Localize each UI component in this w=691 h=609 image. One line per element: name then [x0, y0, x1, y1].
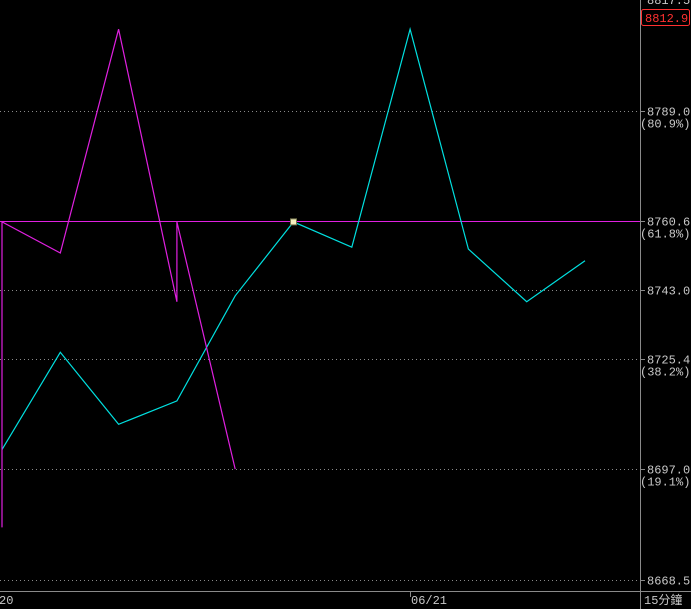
y-tick-label-top: 8817.5 — [647, 0, 690, 8]
time-label-middle: 06/21 — [411, 594, 447, 608]
y-tick-label: 8743.0 — [647, 285, 690, 299]
fib-percent-label: (38.2%) — [640, 366, 690, 380]
point-marker-square — [290, 218, 297, 226]
fib-percent-label: (19.1%) — [640, 476, 690, 490]
fib-percent-label: (80.9%) — [640, 118, 690, 132]
fib-percent-label: (61.8%) — [640, 228, 690, 242]
current-price-label: 8812.9 — [645, 12, 688, 26]
point-marker — [290, 218, 297, 226]
current-price-box: 8812.9 — [641, 9, 690, 26]
y-tick-label: 8668.5 — [647, 575, 690, 589]
time-label-left: 20 — [0, 594, 13, 608]
chart-background — [0, 0, 691, 609]
timeframe-label: 15分鐘 — [644, 592, 682, 608]
chart: 8789.0(80.9%)8760.6(61.8%)8743.08725.4(3… — [0, 0, 691, 609]
